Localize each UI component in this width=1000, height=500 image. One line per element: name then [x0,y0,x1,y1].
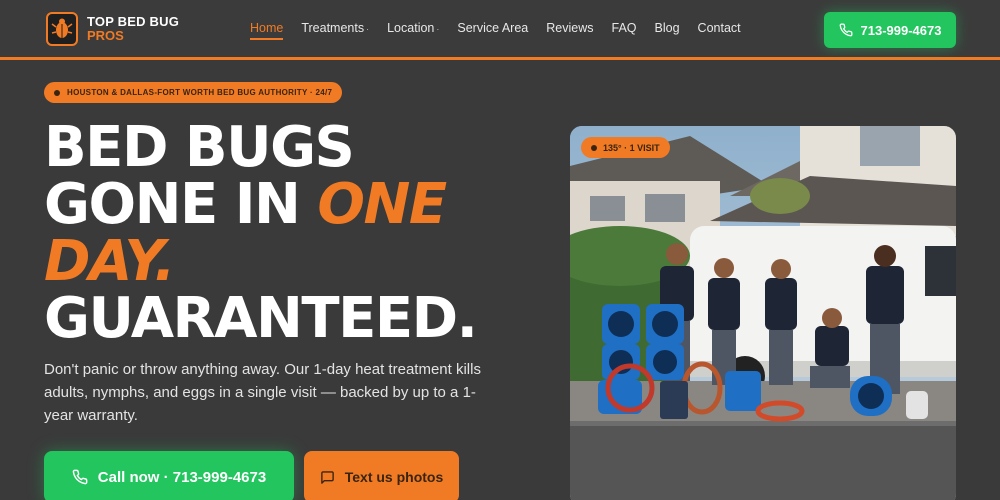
main-nav: Home Treatments · Location · Service Area … [250,21,759,40]
call-now-label: Call now · 713-999-4673 [97,468,267,486]
photo-badge: 135° · 1 VISIT [581,137,670,158]
chat-bubble-icon [320,470,334,484]
nav-location[interactable]: Location · [387,21,439,35]
hero-headline: BED BUGS GONE IN ONE DAY. GUARANTEED. [44,119,564,347]
logo-subtitle: PROS [87,28,124,43]
location-pill: HOUSTON & DALLAS-FORT WORTH BED BUG AUTH… [44,82,343,103]
caret-icon: · [436,24,440,34]
nav-blog[interactable]: Blog [655,21,680,35]
phone-icon [72,469,88,485]
hero-subtext: Don't panic or throw anything away. Our … [44,361,481,424]
phone-icon [839,23,852,37]
header-call-button[interactable]: 713-999-4673 [824,12,956,48]
nav-treatments[interactable]: Treatments · [301,21,369,35]
call-now-button[interactable]: Call now · 713-999-4673 [44,451,294,500]
nav-contact[interactable]: Contact [698,21,741,35]
headline-one: ONE [317,172,447,237]
text-photos-button[interactable]: Text us photos [304,451,459,500]
headline-guaranteed: GUARANTEED. [44,286,478,351]
technicians-van-illustration [570,126,956,500]
headline-line-2: GONE IN ONE [44,176,564,233]
bed-bug-logo-icon [46,12,78,46]
dot-icon [591,144,597,151]
logo[interactable]: TOP BED BUG PROS [46,11,179,47]
nav-reviews[interactable]: Reviews [546,21,593,35]
headline-line-1: BED BUGS [44,115,355,180]
hero-photo [570,126,956,500]
caret-icon: · [366,24,370,34]
dot-icon [54,89,60,96]
text-photos-label: Text us photos [344,469,444,485]
location-pill-text: HOUSTON & DALLAS-FORT WORTH BED BUG AUTH… [67,88,333,97]
nav-home[interactable]: Home [250,21,284,40]
headline-day: DAY. [44,229,175,294]
site-header: TOP BED BUG PROS Home Treatments · Locati… [0,0,1000,60]
nav-service-area[interactable]: Service Area [457,21,528,35]
logo-title: TOP BED BUG [87,14,180,29]
headline-gone-in: GONE IN [44,172,318,237]
photo-badge-text: 135° · 1 VISIT [603,142,660,153]
header-call-label: 713-999-4673 [860,22,942,38]
nav-faq[interactable]: FAQ [612,21,637,35]
